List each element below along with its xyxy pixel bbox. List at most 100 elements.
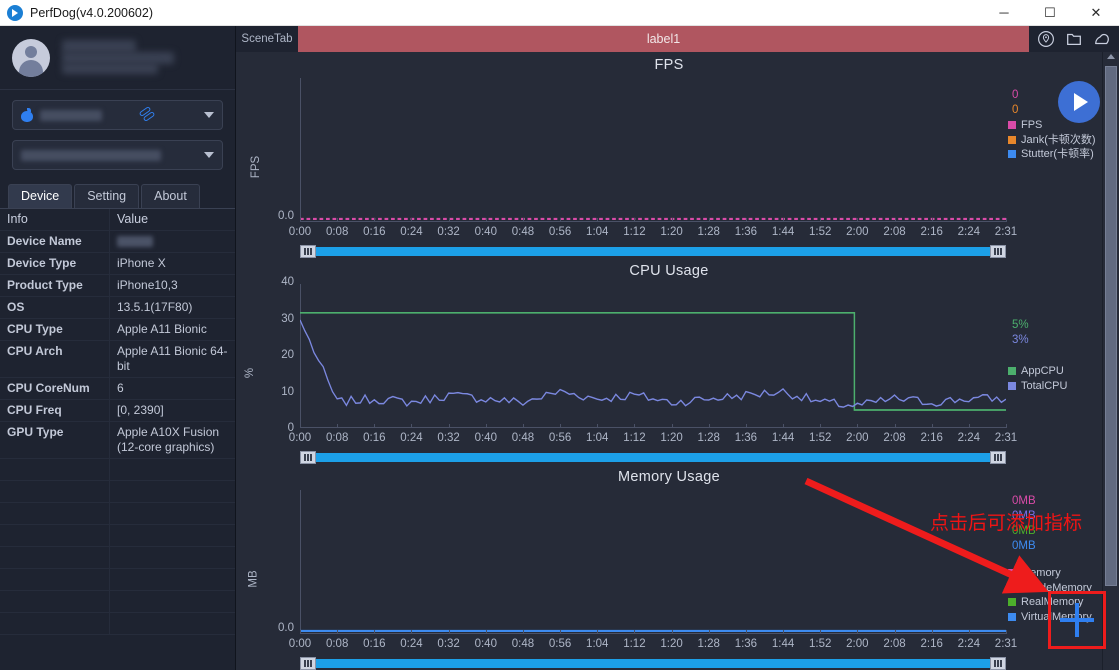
play-icon bbox=[1074, 93, 1088, 111]
row-value: 6 bbox=[110, 378, 235, 399]
minimize-button[interactable]: ─ bbox=[981, 0, 1027, 25]
x-tick: 1:52 bbox=[809, 226, 831, 238]
plot-area[interactable]: % 010203040 0:000:080:160:240:320:400:48… bbox=[236, 282, 1102, 464]
chart-title: CPU Usage bbox=[236, 258, 1102, 279]
charts-and-scrollbar: FPS FPS 0.0 0:000:080:160:240:320:400:48… bbox=[236, 52, 1119, 670]
cloud-icon[interactable] bbox=[1093, 30, 1111, 48]
avatar[interactable] bbox=[12, 39, 50, 77]
timeline-scrollbar[interactable] bbox=[300, 245, 1006, 258]
close-button[interactable]: ✕ bbox=[1073, 0, 1119, 25]
legend-label: TotalCPU bbox=[1021, 379, 1067, 394]
x-tick-mark bbox=[1006, 424, 1007, 428]
table-row[interactable]: CPU Type Apple A11 Bionic bbox=[0, 319, 235, 341]
scroll-up-arrow-icon[interactable] bbox=[1107, 54, 1115, 59]
x-tick: 0:16 bbox=[363, 432, 385, 444]
scrollbar-grip-right[interactable] bbox=[990, 245, 1006, 258]
x-tick-mark bbox=[709, 630, 710, 634]
scrollbar-track[interactable] bbox=[316, 659, 990, 668]
y-tick: 40 bbox=[281, 276, 294, 288]
device-info-table: Info Value Device Name Device Type iPhon… bbox=[0, 208, 235, 670]
legend-item-stutter[interactable]: Stutter(卡顿率) bbox=[1006, 147, 1098, 162]
plot-area[interactable]: FPS 0.0 0:000:080:160:240:320:400:480:56… bbox=[236, 76, 1102, 258]
chart-fps: FPS FPS 0.0 0:000:080:160:240:320:400:48… bbox=[236, 52, 1102, 258]
table-row-empty bbox=[0, 591, 235, 613]
chart-legend: 5% 3% AppCPU TotalCPU bbox=[1006, 318, 1098, 393]
tab-device[interactable]: Device bbox=[8, 184, 72, 208]
tab-setting[interactable]: Setting bbox=[74, 184, 139, 208]
x-tick-mark bbox=[746, 630, 747, 634]
x-axis-ticks: 0:000:080:160:240:320:400:480:561:041:12… bbox=[300, 638, 1006, 654]
table-row[interactable]: Device Name bbox=[0, 231, 235, 253]
x-tick-mark bbox=[895, 218, 896, 222]
x-tick-mark bbox=[634, 424, 635, 428]
username-redacted bbox=[62, 38, 223, 78]
table-row[interactable]: CPU Freq [0, 2390] bbox=[0, 400, 235, 422]
maximize-button[interactable]: ☐ bbox=[1027, 0, 1073, 25]
y-tick: 20 bbox=[281, 349, 294, 361]
scrollbar-grip-right[interactable] bbox=[990, 657, 1006, 670]
scrollbar-grip-left[interactable] bbox=[300, 451, 316, 464]
timeline-scrollbar[interactable] bbox=[300, 451, 1006, 464]
x-tick: 1:28 bbox=[698, 226, 720, 238]
row-key: OS bbox=[0, 297, 110, 318]
device-select[interactable] bbox=[12, 100, 223, 130]
x-tick: 1:36 bbox=[735, 432, 757, 444]
row-key: Device Type bbox=[0, 253, 110, 274]
y-axis-ticks: 0.0 bbox=[258, 76, 298, 222]
table-row[interactable]: CPU CoreNum 6 bbox=[0, 378, 235, 400]
scrollbar-grip-right[interactable] bbox=[990, 451, 1006, 464]
y-axis-ticks: 010203040 bbox=[258, 282, 298, 428]
scene-label-banner[interactable]: label1 bbox=[298, 26, 1029, 52]
table-row[interactable]: Product Type iPhone10,3 bbox=[0, 275, 235, 297]
legend-label: AppCPU bbox=[1021, 364, 1064, 379]
x-tick-mark bbox=[486, 630, 487, 634]
scrollbar-track[interactable] bbox=[316, 453, 990, 462]
x-tick: 2:24 bbox=[958, 638, 980, 650]
x-tick-mark bbox=[337, 218, 338, 222]
table-row[interactable]: Device Type iPhone X bbox=[0, 253, 235, 275]
table-row[interactable]: CPU Arch Apple A11 Bionic 64-bit bbox=[0, 341, 235, 378]
x-tick-mark bbox=[300, 424, 301, 428]
vertical-scrollbar[interactable] bbox=[1102, 52, 1119, 670]
scrollbar-thumb[interactable] bbox=[1105, 66, 1117, 586]
timeline-scrollbar[interactable] bbox=[300, 657, 1006, 670]
x-tick: 1:52 bbox=[809, 432, 831, 444]
usb-link-icon[interactable] bbox=[139, 108, 157, 122]
chart-memory-usage: Memory Usage MB 0.0 0:000:080:160:240:32… bbox=[236, 464, 1102, 670]
chart-title: Memory Usage bbox=[236, 464, 1102, 485]
folder-icon[interactable] bbox=[1065, 30, 1083, 48]
app-select[interactable] bbox=[12, 140, 223, 170]
legend-swatch bbox=[1008, 136, 1016, 144]
x-tick-mark bbox=[300, 630, 301, 634]
legend-item-appcpu[interactable]: AppCPU bbox=[1006, 364, 1098, 379]
x-tick-mark bbox=[1006, 218, 1007, 222]
location-pin-icon[interactable] bbox=[1037, 30, 1055, 48]
x-tick: 2:00 bbox=[846, 226, 868, 238]
chevron-down-icon bbox=[204, 152, 214, 158]
tab-about[interactable]: About bbox=[141, 184, 200, 208]
start-record-button[interactable] bbox=[1058, 81, 1100, 123]
table-row[interactable]: OS 13.5.1(17F80) bbox=[0, 297, 235, 319]
scrollbar-grip-left[interactable] bbox=[300, 245, 316, 258]
y-axis-label: % bbox=[244, 368, 256, 378]
legend-item-jank[interactable]: Jank(卡顿次数) bbox=[1006, 133, 1098, 148]
x-tick-mark bbox=[486, 218, 487, 222]
x-tick: 0:32 bbox=[437, 432, 459, 444]
chart-cpu-usage: CPU Usage % 010203040 0:000:080:160:240:… bbox=[236, 258, 1102, 464]
window-title: PerfDog(v4.0.200602) bbox=[30, 6, 153, 20]
table-row[interactable]: GPU Type Apple A10X Fusion (12-core grap… bbox=[0, 422, 235, 459]
legend-item-memory[interactable]: Memory bbox=[1006, 566, 1098, 581]
legend-swatch bbox=[1008, 584, 1016, 592]
scrollbar-track[interactable] bbox=[316, 247, 990, 256]
x-tick-mark bbox=[597, 630, 598, 634]
scrollbar-grip-left[interactable] bbox=[300, 657, 316, 670]
x-tick-mark bbox=[895, 424, 896, 428]
sidebar: Device Setting About Info Value Device N… bbox=[0, 26, 236, 670]
x-tick: 0:56 bbox=[549, 226, 571, 238]
add-metric-button[interactable] bbox=[1053, 596, 1101, 644]
window-titlebar: PerfDog(v4.0.200602) ─ ☐ ✕ bbox=[0, 0, 1119, 26]
scene-tab-button[interactable]: SceneTab bbox=[236, 26, 298, 52]
scene-toolbar: SceneTab label1 bbox=[236, 26, 1119, 52]
legend-item-totalcpu[interactable]: TotalCPU bbox=[1006, 379, 1098, 394]
x-tick: 2:08 bbox=[883, 638, 905, 650]
